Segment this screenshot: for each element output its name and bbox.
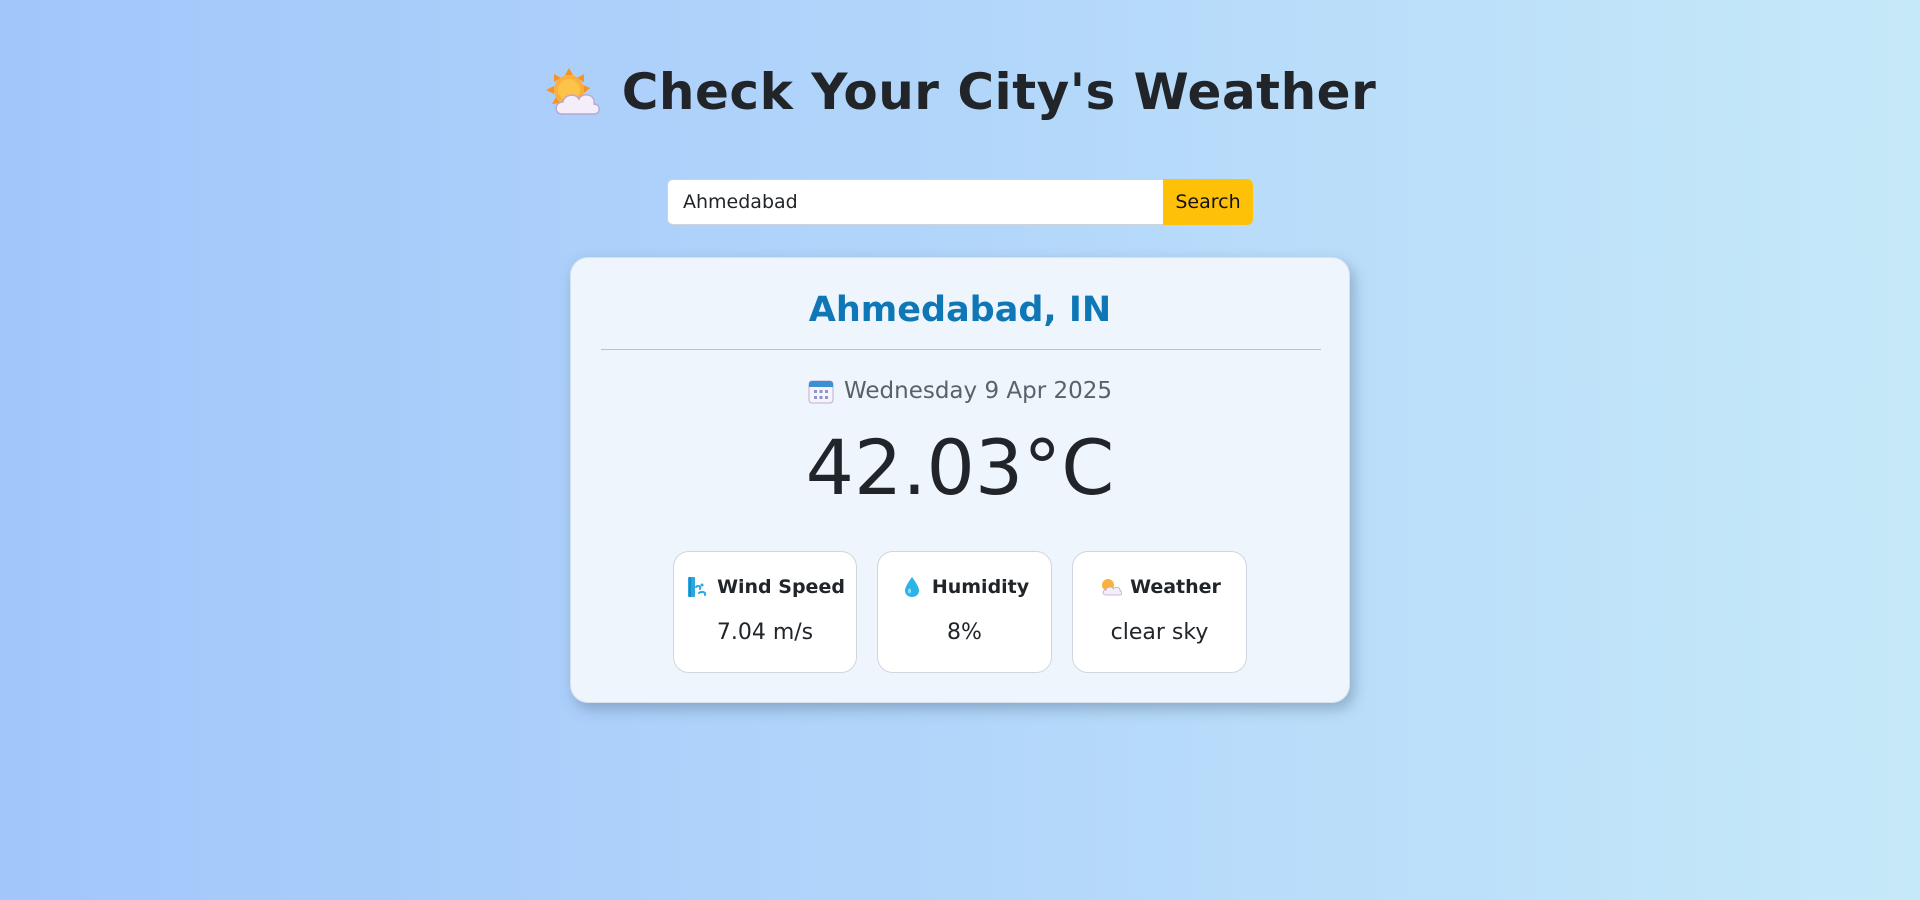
humidity-header: Humidity — [878, 572, 1051, 602]
wind-speed-label: Wind Speed — [717, 576, 845, 598]
page-title: Check Your City's Weather — [621, 63, 1377, 121]
temperature-value: 42.03°C — [805, 423, 1115, 512]
wind-icon — [688, 577, 707, 597]
humidity-card: Humidity 8% — [877, 551, 1052, 673]
search-bar: Search — [667, 179, 1253, 225]
weather-condition-card: Weather clear sky — [1072, 551, 1247, 673]
search-button[interactable]: Search — [1163, 179, 1253, 225]
humidity-label: Humidity — [931, 576, 1030, 598]
divider — [601, 349, 1321, 350]
city-name: Ahmedabad, IN — [808, 290, 1112, 330]
droplet-icon — [904, 577, 919, 597]
weather-condition-value: clear sky — [1110, 620, 1209, 645]
sun-behind-cloud-icon — [1102, 579, 1123, 596]
page-header: Check Your City's Weather — [0, 62, 1920, 122]
wind-speed-header: Wind Speed — [674, 572, 856, 602]
weather-condition-label: Weather — [1130, 576, 1221, 598]
date-row: Wednesday 9 Apr 2025 — [571, 374, 1349, 408]
date-text: Wednesday 9 Apr 2025 — [843, 378, 1113, 404]
weather-card: Ahmedabad, IN Wednesday 9 Apr 2025 42.03… — [570, 257, 1350, 703]
humidity-value: 8% — [947, 620, 982, 645]
sun-behind-cloud-icon — [545, 68, 600, 115]
wind-speed-card: Wind Speed 7.04 m/s — [673, 551, 857, 673]
calendar-icon — [808, 380, 834, 404]
wind-speed-value: 7.04 m/s — [716, 620, 814, 645]
city-search-input[interactable] — [667, 179, 1163, 225]
weather-condition-header: Weather — [1073, 572, 1246, 602]
